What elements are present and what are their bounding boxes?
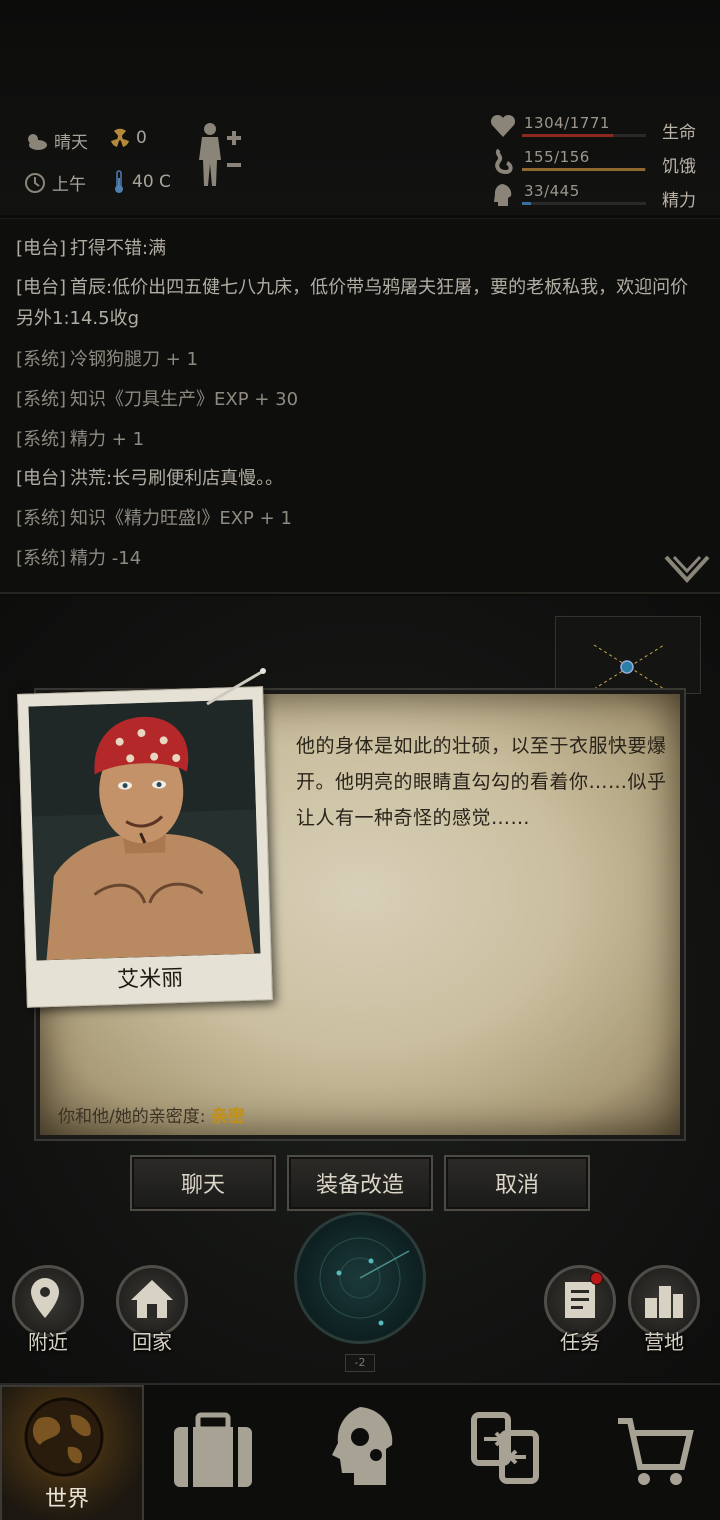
weather-status: 晴天: [24, 128, 88, 153]
nav-world[interactable]: 世界: [0, 1385, 144, 1520]
nav-trade[interactable]: [432, 1385, 576, 1520]
time-status: 上午: [24, 170, 86, 195]
health-bar: 1304/1771 生命: [490, 114, 705, 144]
energy-label: 精力: [662, 191, 696, 211]
minimap[interactable]: [555, 616, 701, 694]
health-label: 生命: [662, 123, 696, 143]
radiation-value: 0: [136, 128, 147, 148]
cancel-button[interactable]: 取消: [444, 1155, 590, 1211]
nav-inventory[interactable]: [144, 1385, 288, 1520]
temperature-value: 40 C: [132, 172, 171, 192]
log-message: [系统] 冷钢狗腿刀 + 1: [16, 349, 199, 370]
stomach-icon: [495, 148, 513, 174]
status-panel: 晴天 0 上午 40 C 1304/1771 生命 155/156 饥饿 33/…: [0, 0, 720, 215]
camp-icon: [645, 1286, 683, 1318]
npc-portrait: [28, 699, 261, 961]
head-gears-icon: [332, 1407, 393, 1485]
radar[interactable]: [294, 1212, 426, 1344]
log-message: [系统] 知识《精力旺盛Ⅰ》EXP + 1: [16, 508, 292, 529]
energy-bar: 33/445 精力: [490, 182, 705, 212]
chevron-down-icon[interactable]: [664, 554, 710, 584]
head-icon: [494, 184, 512, 206]
notification-dot: [590, 1272, 603, 1285]
radar-level: -2: [345, 1354, 375, 1372]
tasks-label: 任务: [560, 1330, 600, 1354]
equipment-modify-button[interactable]: 装备改造: [287, 1155, 433, 1211]
globe-icon: [24, 1397, 104, 1477]
chat-button[interactable]: 聊天: [130, 1155, 276, 1211]
weather-text: 晴天: [54, 133, 88, 153]
log-message: [电台] 洪荒:长弓刷便利店真慢。。: [16, 468, 284, 489]
nav-shop[interactable]: [576, 1385, 720, 1520]
npc-portrait-image: [28, 699, 261, 961]
log-message: [电台] 打得不错:满: [16, 238, 167, 259]
energy-fill: [522, 202, 532, 205]
thermometer-icon: [115, 170, 123, 193]
house-icon: [131, 1280, 173, 1318]
clock-icon: [25, 172, 45, 193]
temperature-status: 40 C: [112, 170, 171, 194]
bottom-nav: 世界: [0, 1383, 720, 1520]
radiation-icon: [111, 128, 129, 147]
log-message: [电台] 首辰:低价出四五健七八九床，低价带乌鸦屠夫狂屠，要的老板私我，欢迎问价另…: [16, 277, 689, 329]
body-status-icon[interactable]: [196, 122, 242, 188]
nav-world-label: 世界: [44, 1487, 89, 1512]
crosshair-icon: [593, 644, 665, 690]
weather-icon: [28, 133, 47, 150]
hunger-bar: 155/156 饥饿: [490, 148, 705, 178]
nearby-label: 附近: [28, 1330, 68, 1354]
radiation-status: 0: [110, 128, 147, 148]
location-pin-icon: [31, 1278, 59, 1318]
cart-icon: [618, 1418, 694, 1485]
exchange-icon: [471, 1412, 539, 1484]
message-log[interactable]: [电台] 打得不错:满 [电台] 首辰:低价出四五健七八九床，低价带乌鸦屠夫狂屠，要…: [0, 218, 720, 594]
energy-value: 33/445: [524, 182, 580, 200]
time-text: 上午: [52, 175, 86, 195]
log-message: [系统] 精力 -14: [16, 548, 142, 569]
npc-description: 他的身体是如此的壮硕，以至于衣服快要爆开。他明亮的眼睛直勾勾的看着你……似乎让人…: [296, 735, 667, 829]
pin-icon: [206, 668, 266, 706]
hunger-value: 155/156: [524, 148, 590, 166]
health-value: 1304/1771: [524, 114, 610, 132]
affinity-value: 亲密: [210, 1107, 245, 1127]
hunger-fill: [522, 168, 645, 171]
suitcase-icon: [174, 1412, 252, 1487]
radar-sweep-icon: [319, 1237, 410, 1326]
hunger-label: 饥饿: [662, 157, 696, 177]
npc-name: 艾米丽: [116, 965, 184, 993]
health-fill: [522, 134, 614, 137]
home-label: 回家: [132, 1330, 172, 1354]
affinity-row: 你和他/她的亲密度: 亲密: [58, 1102, 245, 1127]
affinity-label: 你和他/她的亲密度:: [58, 1107, 206, 1127]
npc-portrait-frame: 艾米丽: [17, 686, 273, 1008]
log-message: [系统] 精力 + 1: [16, 429, 145, 450]
heart-icon: [490, 114, 516, 137]
nav-skills[interactable]: [288, 1385, 432, 1520]
log-message: [系统] 知识《刀具生产》EXP + 30: [16, 389, 299, 410]
camp-label: 营地: [644, 1330, 684, 1354]
clipboard-icon: [565, 1282, 595, 1318]
